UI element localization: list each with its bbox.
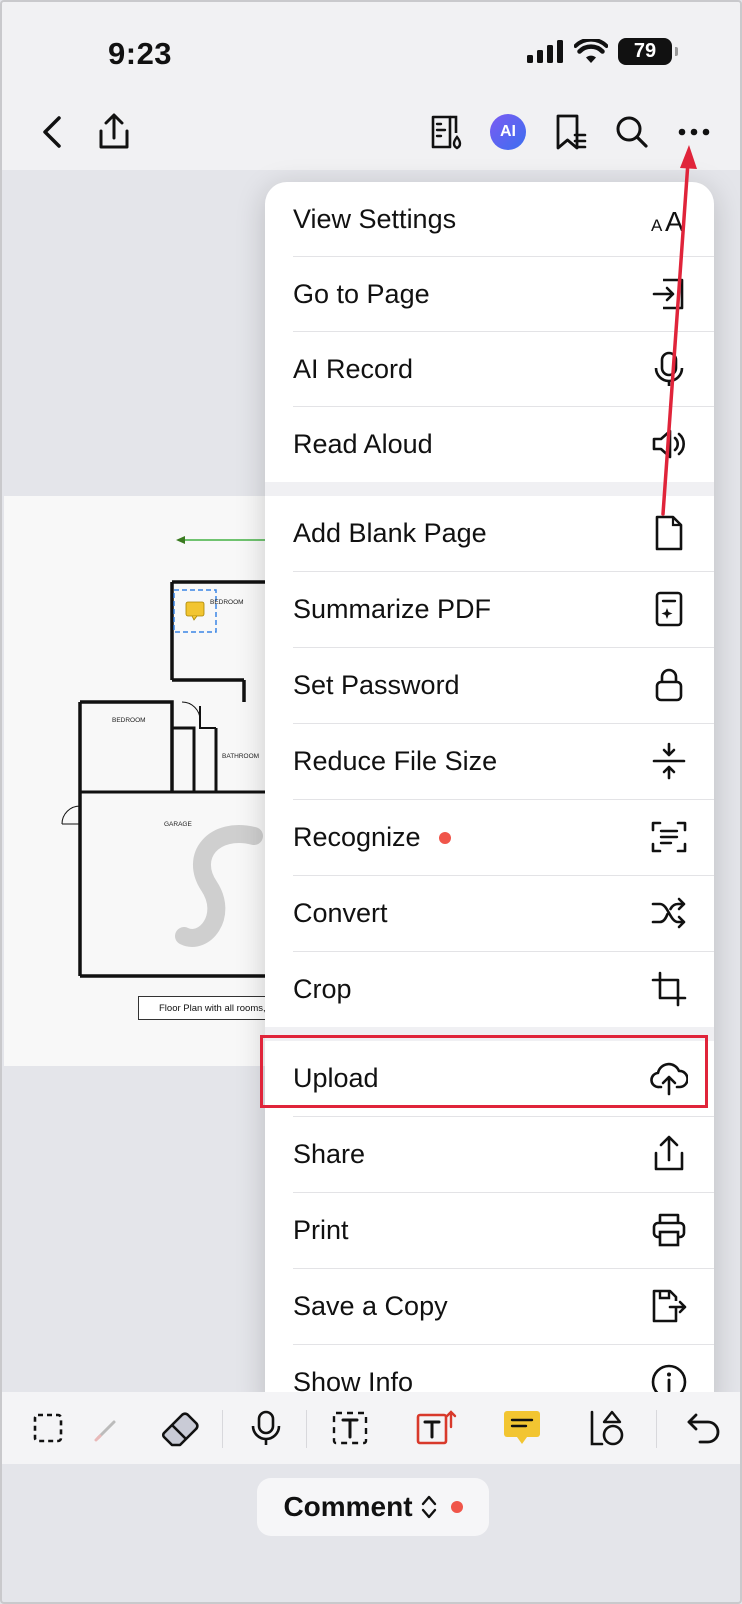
menu-item-add-blank-page[interactable]: Add Blank Page <box>265 496 714 571</box>
upload-highlight-box <box>260 1035 708 1108</box>
menu-item-label: Share <box>293 1139 366 1169</box>
room-label-garage: GARAGE <box>164 821 192 828</box>
menu-item-label: Go to Page <box>293 279 430 309</box>
menu-item-convert[interactable]: Convert <box>265 876 714 951</box>
status-icons: 79 <box>526 38 678 65</box>
undo-icon[interactable] <box>680 1404 728 1452</box>
voice-note-mic-icon[interactable] <box>242 1404 290 1452</box>
chevron-up-down-icon <box>421 1495 436 1519</box>
search-icon[interactable] <box>610 110 654 154</box>
mode-switcher-button[interactable]: Comment <box>257 1478 489 1536</box>
bookmark-list-icon[interactable] <box>548 110 592 154</box>
menu-item-label: View Settings <box>293 204 457 234</box>
menu-item-label: AI Record <box>293 354 414 384</box>
menu-item-recognize[interactable]: Recognize <box>265 800 714 875</box>
menu-item-ai-record[interactable]: AI Record <box>265 332 714 407</box>
shapes-icon[interactable] <box>584 1404 632 1452</box>
room-label-bedroom-left: BEDROOM <box>112 717 146 724</box>
more-options-menu: View Settings AA Go to Page AI Record Re… <box>265 182 714 1416</box>
ai-assistant-button[interactable]: AI <box>486 110 530 154</box>
room-label-bedroom-top: BEDROOM <box>210 599 244 606</box>
document-page[interactable]: BEDROOM BEDROOM BATHROOM GARAGE <box>4 496 304 1066</box>
menu-item-view-settings[interactable]: View Settings AA <box>265 182 714 257</box>
scan-text-icon <box>650 818 688 856</box>
svg-text:A: A <box>651 216 663 235</box>
wifi-icon <box>574 38 608 63</box>
svg-text:A: A <box>665 206 684 235</box>
pencil-icon[interactable] <box>82 1404 130 1452</box>
mode-badge-dot <box>450 1501 463 1513</box>
menu-item-label: Recognize <box>293 822 421 852</box>
eraser-icon[interactable] <box>156 1404 204 1452</box>
menu-item-print[interactable]: Print <box>265 1193 714 1268</box>
menu-item-save-a-copy[interactable]: Save a Copy <box>265 1269 714 1344</box>
summarize-document-icon <box>650 590 688 628</box>
more-ellipsis-icon[interactable] <box>672 110 716 154</box>
floor-plan-drawing: BEDROOM BEDROOM BATHROOM GARAGE <box>61 536 304 978</box>
menu-item-label: Save a Copy <box>293 1291 448 1321</box>
back-chevron-icon[interactable] <box>30 110 74 154</box>
menu-item-summarize-pdf[interactable]: Summarize PDF <box>265 572 714 647</box>
save-copy-icon <box>650 1287 688 1325</box>
new-badge-dot <box>438 831 451 844</box>
go-to-page-icon <box>650 275 688 313</box>
ai-badge-icon: AI <box>490 114 526 150</box>
shuffle-convert-icon <box>650 894 688 932</box>
menu-item-label: Set Password <box>293 670 460 700</box>
menu-item-read-aloud[interactable]: Read Aloud <box>265 407 714 482</box>
lock-icon <box>650 666 688 704</box>
menu-item-share[interactable]: Share <box>265 1117 714 1192</box>
battery-indicator: 79 <box>618 38 678 65</box>
read-aloud-speaker-icon <box>650 425 688 463</box>
ai-record-mic-icon <box>650 350 688 388</box>
menu-item-label: Add Blank Page <box>293 518 487 548</box>
menu-item-crop[interactable]: Crop <box>265 952 714 1027</box>
text-size-icon: AA <box>650 200 688 238</box>
top-bar: 9:23 79 AI <box>2 2 740 170</box>
blank-page-icon <box>650 514 688 552</box>
menu-item-label: Crop <box>293 974 352 1004</box>
printer-icon <box>650 1211 688 1249</box>
menu-item-label: Convert <box>293 898 388 928</box>
lasso-select-icon[interactable] <box>24 1404 72 1452</box>
mode-label: Comment <box>283 1491 413 1522</box>
text-callout-icon[interactable] <box>412 1404 460 1452</box>
export-share-icon[interactable] <box>92 110 136 154</box>
sticky-note-icon[interactable] <box>498 1404 546 1452</box>
menu-item-label: Reduce File Size <box>293 746 498 776</box>
menu-item-label: Summarize PDF <box>293 594 492 624</box>
menu-item-label: Read Aloud <box>293 429 433 459</box>
text-box-icon[interactable] <box>326 1404 374 1452</box>
menu-item-set-password[interactable]: Set Password <box>265 648 714 723</box>
status-time: 9:23 <box>108 36 173 71</box>
share-icon <box>650 1135 688 1173</box>
menu-item-reduce-file-size[interactable]: Reduce File Size <box>265 724 714 799</box>
room-label-bathroom: BATHROOM <box>222 753 259 760</box>
annotation-toolbar <box>2 1392 740 1464</box>
menu-item-go-to-page[interactable]: Go to Page <box>265 257 714 332</box>
cellular-signal-icon <box>527 39 563 63</box>
reading-mode-icon[interactable] <box>424 110 468 154</box>
screen: 9:23 79 AI BEDROOM BEDROOM BATHROOM GARA… <box>0 0 742 1604</box>
compress-icon <box>650 742 688 780</box>
crop-icon <box>650 970 688 1008</box>
menu-item-label: Print <box>293 1215 349 1245</box>
